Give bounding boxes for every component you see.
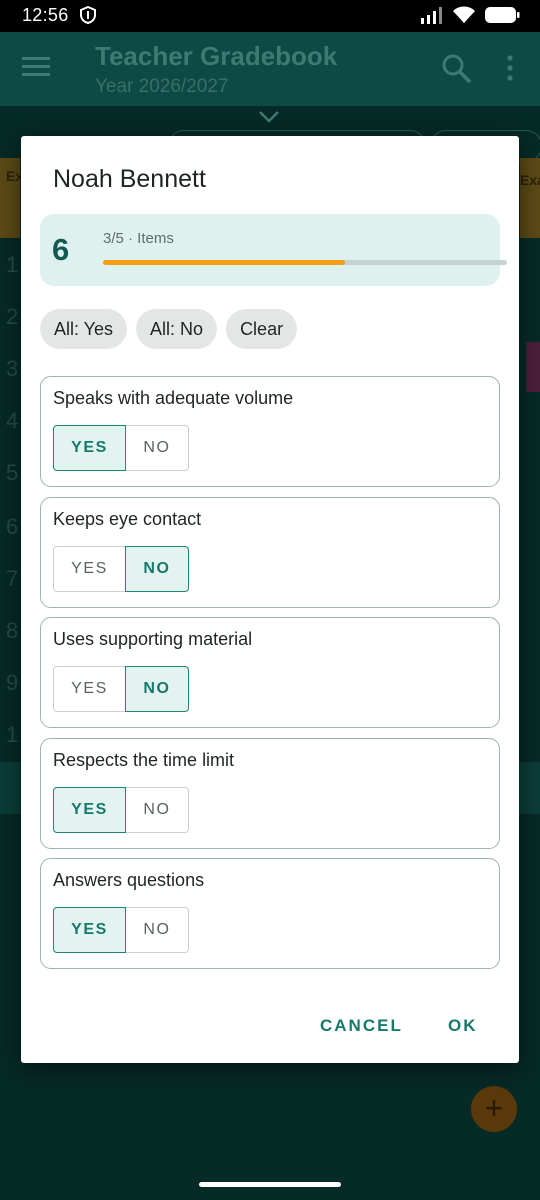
battery-icon [485,7,520,23]
gesture-nav-handle[interactable] [199,1182,341,1187]
yes-no-toggle: YES NO [53,786,189,833]
wifi-icon [453,6,475,23]
checklist-item: Keeps eye contact YES NO [40,496,500,608]
row-number: 9 [6,670,19,695]
quick-actions: All: Yes All: No Clear [40,309,298,349]
clear-button[interactable]: Clear [226,309,298,349]
row-number: 2 [6,304,19,329]
status-icons [420,6,520,24]
plus-icon: + [484,1090,504,1126]
checklist-item-label: Speaks with adequate volume [53,388,294,408]
yes-no-toggle: YES NO [53,666,189,712]
menu-icon[interactable] [22,56,50,78]
row-number: 4 [6,408,19,433]
status-bar: 12:56 [0,0,540,32]
checklist-item-label: Uses supporting material [53,629,253,649]
row-number: 5 [6,460,19,485]
checklist-item-label: Respects the time limit [53,749,235,770]
no-option[interactable]: NO [125,425,189,471]
no-option[interactable]: NO [125,545,189,592]
signal-icon [421,7,442,24]
score-value: 6 [52,232,70,267]
yes-option[interactable]: YES [53,545,126,592]
app-title: Teacher Gradebook [95,41,338,71]
no-option[interactable]: NO [125,666,189,712]
no-option[interactable]: NO [125,786,189,833]
yes-no-toggle: YES NO [53,425,189,471]
no-option[interactable]: NO [125,907,189,953]
add-fab-button[interactable]: + [471,1086,517,1132]
grade-column-header [520,158,540,238]
status-time: 12:56 [22,5,69,25]
checklist-dialog: Noah Bennett 6 3/5 · Items All: Yes All:… [21,136,519,1063]
score-progress-bar [103,260,507,265]
grade-cell [526,342,540,392]
score-card: 6 3/5 · Items [40,214,507,286]
column-header-text: Exa [520,172,540,188]
yes-option[interactable]: YES [53,666,126,712]
checklist-item-label: Answers questions [53,870,205,890]
yes-option[interactable]: YES [53,786,126,833]
row-number: 7 [6,566,19,591]
chevron-down-icon[interactable] [258,110,280,124]
app-bar: Teacher Gradebook Year 2026/2027 [0,32,540,106]
dialog-title: Noah Bennett [53,165,206,193]
checklist-item: Speaks with adequate volume YES NO [40,376,500,487]
checklist-item-label: Keeps eye contact [53,508,202,529]
cancel-button[interactable]: CANCEL [320,1016,403,1036]
yes-no-toggle: YES NO [53,907,189,953]
yes-option[interactable]: YES [53,425,126,471]
yes-option[interactable]: YES [53,907,126,953]
row-number: 6 [6,514,19,539]
row-number: 1 [6,252,19,277]
yes-no-toggle: YES NO [53,545,189,592]
all-yes-button[interactable]: All: Yes [40,309,128,349]
app-subtitle: Year 2026/2027 [95,76,229,97]
checklist-item: Answers questions YES NO [40,858,500,969]
score-caption: 3/5 · Items [103,230,174,247]
search-icon[interactable] [440,52,472,84]
checklist-item: Uses supporting material YES NO [40,617,500,728]
more-vert-icon[interactable] [503,54,517,84]
score-progress-fill [103,260,346,265]
row-number: 1 [6,722,19,747]
ok-button[interactable]: OK [448,1016,478,1036]
row-number: 8 [6,618,19,643]
checklist-item: Respects the time limit YES NO [40,737,500,849]
all-no-button[interactable]: All: No [136,309,218,349]
row-number: 3 [6,356,19,381]
shield-icon [80,6,96,24]
